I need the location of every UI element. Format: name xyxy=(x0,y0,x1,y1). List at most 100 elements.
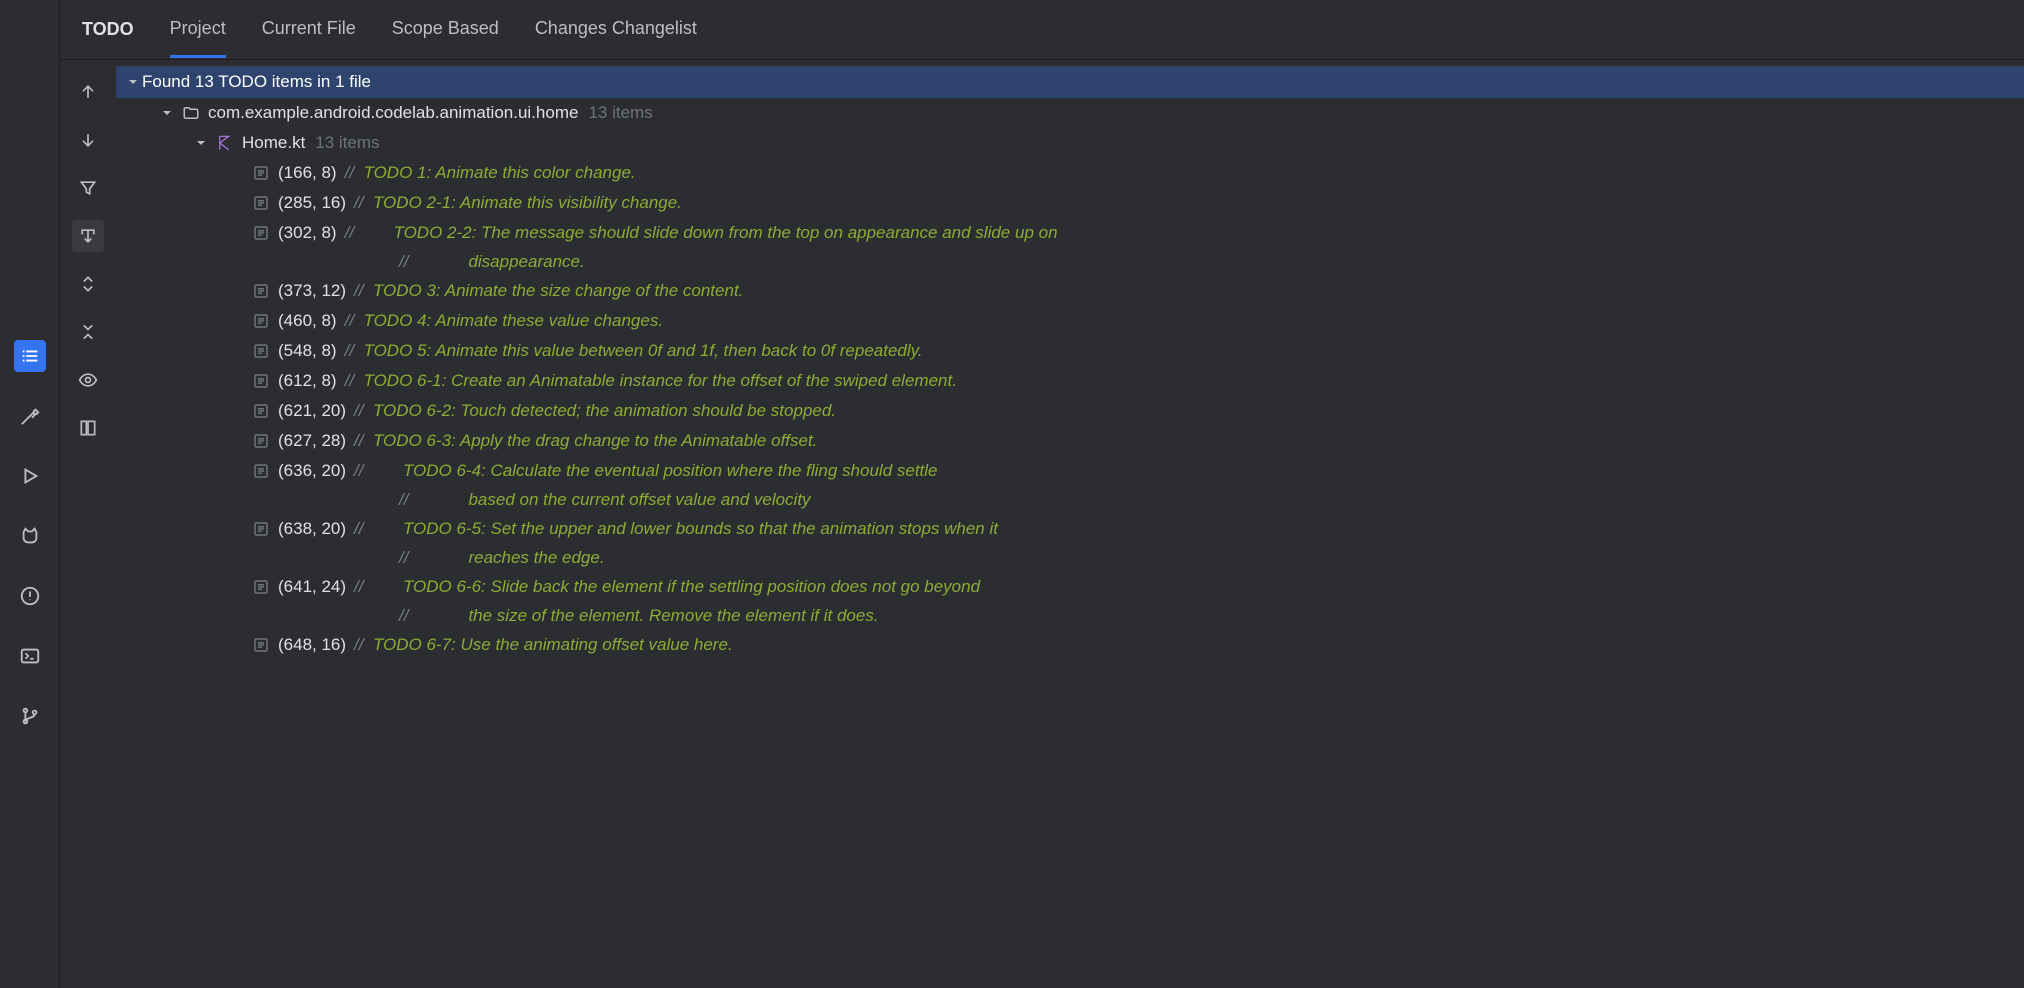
comment-marker: // xyxy=(354,577,373,597)
text-line-icon xyxy=(252,164,270,182)
todo-item[interactable]: (636, 20) // TODO 6-4: Calculate the even… xyxy=(116,456,2024,486)
todo-tool-window-button[interactable] xyxy=(14,340,46,372)
todo-text: TODO 2-1: Animate this visibility change… xyxy=(373,193,682,213)
comment-marker: // xyxy=(345,163,364,183)
todo-item[interactable]: (302, 8)// TODO 2-2: The message should … xyxy=(116,218,2024,248)
filter-icon xyxy=(78,178,98,198)
comment-marker: // xyxy=(354,431,373,451)
todo-item[interactable]: (612, 8)// TODO 6-1: Create an Animatabl… xyxy=(116,366,2024,396)
autoscroll-button[interactable] xyxy=(72,220,104,252)
comment-marker: // xyxy=(354,519,373,539)
todo-item[interactable]: (460, 8)// TODO 4: Animate these value c… xyxy=(116,306,2024,336)
todo-item-continuation[interactable]: // reaches the edge. xyxy=(116,544,2024,572)
text-line-icon xyxy=(252,224,270,242)
logcat-tool-window-button[interactable] xyxy=(14,520,46,552)
todo-toolbar xyxy=(60,60,116,988)
filter-button[interactable] xyxy=(72,172,104,204)
todo-text: the size of the element. Remove the elem… xyxy=(468,606,878,626)
todo-location: (285, 16) xyxy=(278,193,346,213)
layout-icon xyxy=(78,418,98,438)
comment-marker: // xyxy=(345,371,364,391)
tab-changes-changelist[interactable]: Changes Changelist xyxy=(535,2,697,58)
tab-current-file[interactable]: Current File xyxy=(262,2,356,58)
todo-item-continuation[interactable]: //the size of the element. Remove the el… xyxy=(116,602,2024,630)
todo-item-continuation[interactable]: //based on the current offset value and … xyxy=(116,486,2024,514)
todo-item-continuation[interactable]: // disappearance. xyxy=(116,248,2024,276)
comment-marker: // xyxy=(399,548,408,568)
todo-item[interactable]: (373, 12)// TODO 3: Animate the size cha… xyxy=(116,276,2024,306)
chevron-down-icon[interactable] xyxy=(158,107,176,119)
todo-item[interactable]: (285, 16) // TODO 2-1: Animate this visib… xyxy=(116,188,2024,218)
warning-icon xyxy=(19,585,41,607)
group-by-button[interactable] xyxy=(72,412,104,444)
prev-todo-button[interactable] xyxy=(72,76,104,108)
text-line-icon xyxy=(252,372,270,390)
left-tool-rail xyxy=(0,0,60,988)
tab-scope-based[interactable]: Scope Based xyxy=(392,2,499,58)
list-icon xyxy=(19,345,41,367)
todo-tree[interactable]: Found 13 TODO items in 1 file com.exampl… xyxy=(116,60,2024,988)
run-tool-window-button[interactable] xyxy=(14,460,46,492)
todo-item[interactable]: (648, 16)// TODO 6-7: Use the animating … xyxy=(116,630,2024,660)
comment-marker: // xyxy=(354,281,373,301)
todo-text: reaches the edge. xyxy=(468,548,604,568)
text-line-icon xyxy=(252,520,270,538)
comment-marker: // xyxy=(354,461,373,481)
text-line-icon xyxy=(252,194,270,212)
todo-text: TODO 6-2: Touch detected; the animation … xyxy=(373,401,836,421)
todo-location: (627, 28) xyxy=(278,431,346,451)
comment-marker: // xyxy=(345,311,364,331)
todo-item[interactable]: (641, 24) // TODO 6-6: Slide back the ele… xyxy=(116,572,2024,602)
text-line-icon xyxy=(252,342,270,360)
todo-text: based on the current offset value and ve… xyxy=(468,490,810,510)
summary-row[interactable]: Found 13 TODO items in 1 file xyxy=(116,66,2024,98)
autoscroll-icon xyxy=(78,226,98,246)
arrow-up-icon xyxy=(78,82,98,102)
todo-location: (641, 24) xyxy=(278,577,346,597)
todo-tabs: TODO Project Current File Scope Based Ch… xyxy=(60,0,2024,60)
todo-location: (636, 20) xyxy=(278,461,346,481)
todo-text: TODO 6-4: Calculate the eventual positio… xyxy=(403,461,938,481)
todo-text: TODO 6-6: Slide back the element if the … xyxy=(403,577,980,597)
cat-icon xyxy=(19,525,41,547)
todo-text: TODO 4: Animate these value changes. xyxy=(364,311,664,331)
todo-location: (166, 8) xyxy=(278,163,337,183)
vcs-tool-window-button[interactable] xyxy=(14,700,46,732)
todo-item[interactable]: (638, 20)// TODO 6-5: Set the upper and … xyxy=(116,514,2024,544)
todo-item[interactable]: (548, 8)// TODO 5: Animate this value be… xyxy=(116,336,2024,366)
chevron-down-icon[interactable] xyxy=(192,137,210,149)
todo-item[interactable]: (621, 20)// TODO 6-2: Touch detected; th… xyxy=(116,396,2024,426)
expand-collapse-button[interactable] xyxy=(72,268,104,300)
play-icon xyxy=(19,465,41,487)
todo-item[interactable]: (627, 28) // TODO 6-3: Apply the drag cha… xyxy=(116,426,2024,456)
todo-text: disappearance. xyxy=(468,252,584,272)
collapse-all-button[interactable] xyxy=(72,316,104,348)
todo-text: TODO 6-3: Apply the drag change to the A… xyxy=(373,431,817,451)
file-name: Home.kt xyxy=(242,133,305,153)
todo-item[interactable]: (166, 8)// TODO 1: Animate this color ch… xyxy=(116,158,2024,188)
todo-location: (648, 16) xyxy=(278,635,346,655)
todo-location: (373, 12) xyxy=(278,281,346,301)
comment-marker: // xyxy=(345,341,364,361)
comment-marker: // xyxy=(399,252,408,272)
comment-marker: // xyxy=(354,193,373,213)
todo-items-container: (166, 8)// TODO 1: Animate this color ch… xyxy=(116,158,2024,660)
panel-title: TODO xyxy=(82,19,134,40)
package-row[interactable]: com.example.android.codelab.animation.ui… xyxy=(116,98,2024,128)
text-line-icon xyxy=(252,578,270,596)
todo-location: (302, 8) xyxy=(278,223,337,243)
build-tool-window-button[interactable] xyxy=(14,400,46,432)
arrow-down-icon xyxy=(78,130,98,150)
chevron-down-icon[interactable] xyxy=(124,76,142,88)
terminal-tool-window-button[interactable] xyxy=(14,640,46,672)
preview-button[interactable] xyxy=(72,364,104,396)
tab-project[interactable]: Project xyxy=(170,2,226,58)
kotlin-file-icon xyxy=(216,134,234,152)
problems-tool-window-button[interactable] xyxy=(14,580,46,612)
next-todo-button[interactable] xyxy=(72,124,104,156)
summary-text: Found 13 TODO items in 1 file xyxy=(142,72,371,92)
file-row[interactable]: Home.kt 13 items xyxy=(116,128,2024,158)
todo-location: (621, 20) xyxy=(278,401,346,421)
text-line-icon xyxy=(252,462,270,480)
file-count: 13 items xyxy=(315,133,379,153)
